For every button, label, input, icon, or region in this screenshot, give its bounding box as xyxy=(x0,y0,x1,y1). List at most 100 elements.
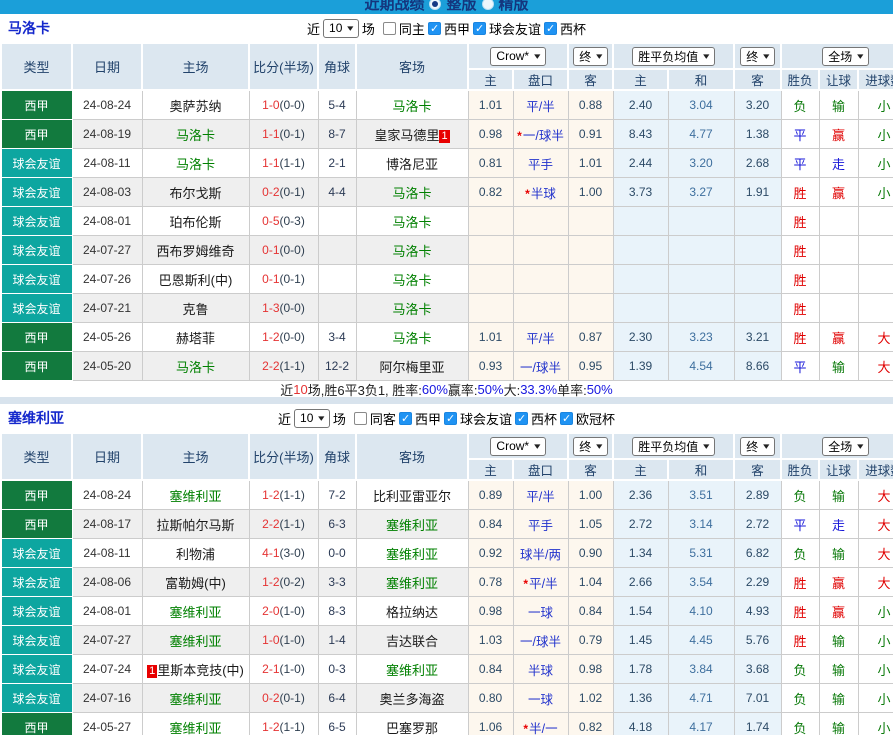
home-team-name[interactable]: 塞维利亚 xyxy=(169,605,221,620)
cell-avg-away: 7.01 xyxy=(734,684,781,713)
home-team-name[interactable]: 马洛卡 xyxy=(176,360,215,375)
home-team-name[interactable]: 西布罗姆维奇 xyxy=(156,244,234,259)
league-checkbox-2[interactable] xyxy=(515,412,528,425)
home-team-name[interactable]: 珀布伦斯 xyxy=(169,215,221,230)
team-title: 马洛卡 xyxy=(8,18,50,38)
home-team-name[interactable]: 奥萨苏纳 xyxy=(169,99,221,114)
away-team-name[interactable]: 塞维利亚 xyxy=(386,663,438,678)
away-team-name[interactable]: 马洛卡 xyxy=(392,99,431,114)
cell-match-type: 西甲 xyxy=(1,90,72,120)
cell-away-team: 塞维利亚 xyxy=(356,539,468,568)
cell-result: 平 xyxy=(781,352,819,381)
cell-match-type: 球会友谊 xyxy=(1,597,72,626)
league-checkbox-label-2: 西杯 xyxy=(560,19,586,38)
league-checkbox-0[interactable] xyxy=(399,412,412,425)
home-team-name[interactable]: 巴恩斯利(中) xyxy=(159,273,233,288)
home-team-name[interactable]: 塞维利亚 xyxy=(169,692,221,707)
avg-select[interactable]: 胜平负均值▾ xyxy=(632,437,715,456)
away-team-name[interactable]: 马洛卡 xyxy=(392,302,431,317)
halftime-score: (0-0) xyxy=(280,301,305,315)
away-team-name[interactable]: 阿尔梅里亚 xyxy=(379,360,444,375)
away-team-name[interactable]: 奥兰多海盗 xyxy=(379,692,444,707)
cell-goals-result xyxy=(858,207,893,236)
cell-home-team: 马洛卡 xyxy=(142,149,249,178)
cell-handicap: 平手 xyxy=(513,149,568,178)
record-summary: 近10场,胜6平3负1, 胜率:60% 赢率:50% 大:33.3% 单率:50… xyxy=(0,381,893,397)
odds-final-select[interactable]: 终▾ xyxy=(573,47,608,66)
cell-handicap xyxy=(513,294,568,323)
avg-select[interactable]: 胜平负均值▾ xyxy=(632,47,715,66)
cell-goals-result: 大 xyxy=(858,323,893,352)
home-team-name[interactable]: 塞维利亚 xyxy=(169,489,221,504)
filter-bar: 近10▾场同客西甲球会友谊西杯欧冠杯 xyxy=(278,409,615,428)
away-team-name[interactable]: 马洛卡 xyxy=(392,244,431,259)
away-team-name[interactable]: 博洛尼亚 xyxy=(386,157,438,172)
fulltime-score: 4-1 xyxy=(262,546,279,560)
away-team-name[interactable]: 塞维利亚 xyxy=(386,547,438,562)
home-team-name[interactable]: 富勒姆(中) xyxy=(165,576,226,591)
cell-avg-away xyxy=(734,265,781,294)
league-checkbox-1[interactable] xyxy=(444,412,457,425)
away-team-name[interactable]: 塞维利亚 xyxy=(386,518,438,533)
league-checkbox-1[interactable] xyxy=(473,22,486,35)
match-count-select[interactable]: 10▾ xyxy=(294,409,330,428)
avg-final-select[interactable]: 终▾ xyxy=(740,437,775,456)
halftime-score: (1-0) xyxy=(280,662,305,676)
home-team-name[interactable]: 克鲁 xyxy=(182,302,208,317)
avg-final-select[interactable]: 终▾ xyxy=(740,47,775,66)
away-team-name[interactable]: 格拉纳达 xyxy=(386,605,438,620)
cell-avg-away xyxy=(734,207,781,236)
league-checkbox-0[interactable] xyxy=(428,22,441,35)
away-team-name[interactable]: 马洛卡 xyxy=(392,331,431,346)
section-header[interactable]: 马洛卡近10▾场同主西甲球会友谊西杯 xyxy=(0,14,893,42)
home-team-name[interactable]: 塞维利亚 xyxy=(169,721,221,735)
radio-full-version[interactable] xyxy=(429,0,441,10)
cell-avg-away xyxy=(734,236,781,265)
away-team-name[interactable]: 皇家马德里 xyxy=(374,128,439,143)
same-venue-checkbox[interactable] xyxy=(354,412,367,425)
fulltime-score: 0-2 xyxy=(262,185,279,199)
radio-full-version-label[interactable]: 整版 xyxy=(446,0,476,14)
live-star-icon: * xyxy=(523,722,528,735)
away-team-name[interactable]: 比利亚雷亚尔 xyxy=(373,489,451,504)
odds-source-select[interactable]: Crow*▾ xyxy=(490,47,545,66)
same-venue-checkbox[interactable] xyxy=(383,22,396,35)
home-team-name[interactable]: 里斯本竞技(中) xyxy=(157,663,244,678)
cell-goals-result: 小 xyxy=(858,90,893,120)
scope-select[interactable]: 全场▾ xyxy=(822,47,869,66)
away-team-name[interactable]: 吉达联合 xyxy=(386,634,438,649)
fulltime-score: 2-2 xyxy=(262,359,279,373)
scope-select[interactable]: 全场▾ xyxy=(822,437,869,456)
home-team-name[interactable]: 赫塔菲 xyxy=(176,331,215,346)
odds-final-select[interactable]: 终▾ xyxy=(573,437,608,456)
away-team-name[interactable]: 塞维利亚 xyxy=(386,576,438,591)
home-team-name[interactable]: 利物浦 xyxy=(176,547,215,562)
cell-handicap: 平/半 xyxy=(513,323,568,352)
odds-final-header: 终▾ xyxy=(568,43,613,69)
away-team-name[interactable]: 巴塞罗那 xyxy=(386,721,438,735)
radio-lite-version[interactable] xyxy=(482,0,494,10)
home-team-name[interactable]: 塞维利亚 xyxy=(169,634,221,649)
cell-result: 负 xyxy=(781,539,819,568)
home-team-name[interactable]: 马洛卡 xyxy=(176,157,215,172)
sub-header-8: 进球数 xyxy=(858,69,893,90)
away-team-name[interactable]: 马洛卡 xyxy=(392,273,431,288)
home-team-name[interactable]: 马洛卡 xyxy=(176,128,215,143)
home-team-name[interactable]: 拉斯帕尔马斯 xyxy=(156,518,234,533)
radio-lite-version-label[interactable]: 精版 xyxy=(499,0,529,14)
odds-source-select[interactable]: Crow*▾ xyxy=(490,437,545,456)
league-checkbox-3[interactable] xyxy=(560,412,573,425)
match-count-select[interactable]: 10▾ xyxy=(323,19,359,38)
league-checkbox-2[interactable] xyxy=(544,22,557,35)
away-team-name[interactable]: 马洛卡 xyxy=(392,186,431,201)
fulltime-score: 2-1 xyxy=(262,662,279,676)
section-header[interactable]: 塞维利亚近10▾场同客西甲球会友谊西杯欧冠杯 xyxy=(0,404,893,432)
sections-container: 马洛卡近10▾场同主西甲球会友谊西杯类型日期主场比分(半场)角球客场Crow*▾… xyxy=(0,14,893,735)
cell-home-team: 马洛卡 xyxy=(142,120,249,149)
halftime-score: (1-0) xyxy=(280,604,305,618)
cell-avg-home: 2.36 xyxy=(613,480,668,510)
cell-goals-result: 大 xyxy=(858,568,893,597)
home-team-name[interactable]: 布尔戈斯 xyxy=(169,186,221,201)
away-team-name[interactable]: 马洛卡 xyxy=(392,215,431,230)
scope-header: 全场▾ xyxy=(781,433,893,459)
